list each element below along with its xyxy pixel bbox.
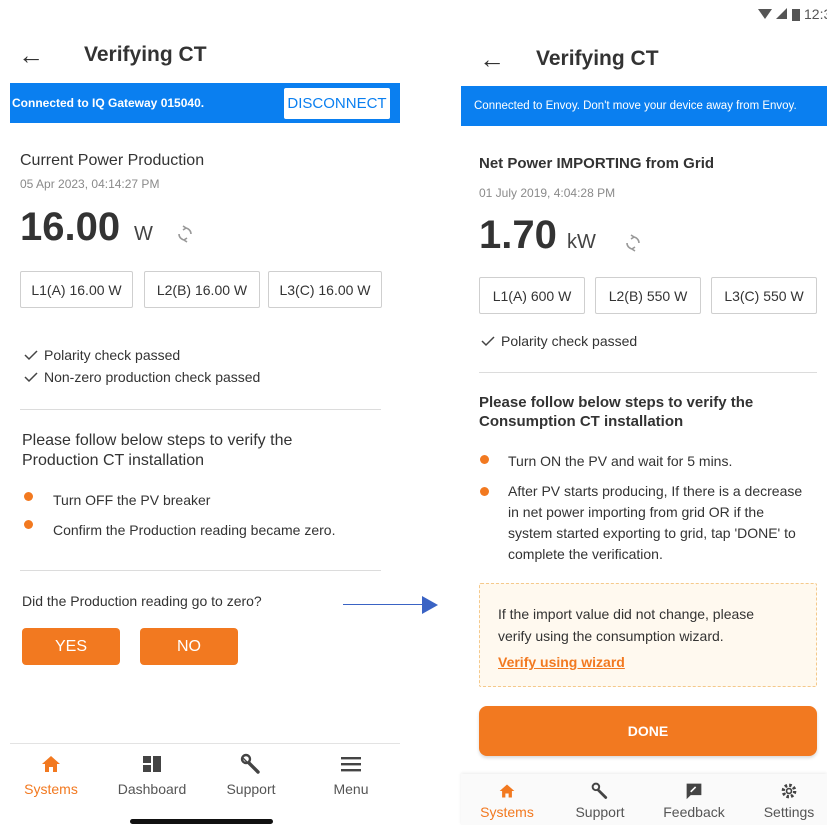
note-box: If the import value did not change, plea… [479, 583, 817, 687]
wrench-icon [240, 753, 260, 774]
nav-label: Support [226, 781, 276, 797]
step-line: After PV starts producing, If there is a… [508, 483, 803, 499]
feedback-icon [686, 783, 702, 800]
power-value: 1.70 [479, 213, 557, 257]
steps-heading-line1: Please follow below steps to verify the [22, 432, 293, 449]
check-icon [24, 372, 38, 383]
wifi-icon [758, 9, 772, 19]
phase-l1-box: L1(A) 600 W [479, 277, 585, 314]
refresh-icon[interactable] [176, 225, 194, 248]
production-heading: Current Power Production [20, 152, 205, 169]
signal-icon [776, 8, 787, 19]
done-button[interactable]: DONE [479, 706, 817, 756]
nav-label: Settings [763, 804, 815, 820]
phase-l2-box: L2(B) 550 W [595, 277, 701, 314]
note-line: verify using the consumption wizard. [498, 628, 724, 644]
nav-feedback[interactable]: Feedback [658, 782, 730, 820]
menu-icon [341, 757, 361, 772]
yes-button[interactable]: YES [22, 628, 120, 665]
home-icon [499, 784, 515, 798]
connection-banner: Connected to Envoy. Don't move your devi… [461, 86, 827, 126]
page-title: Verifying CT [84, 43, 207, 66]
bullet-icon [480, 455, 489, 464]
refresh-icon[interactable] [624, 234, 642, 257]
power-unit: kW [567, 231, 596, 253]
back-arrow-icon[interactable]: ← [479, 46, 505, 72]
home-icon [42, 756, 60, 772]
nav-systems[interactable]: Systems [473, 782, 541, 820]
nav-label: Systems [24, 781, 78, 797]
bottom-nav-divider [10, 743, 400, 744]
check-item: Polarity check passed [481, 333, 637, 349]
nav-label: Dashboard [117, 781, 187, 797]
bullet-icon [24, 492, 33, 501]
phase-l2-box: L2(B) 16.00 W [144, 271, 260, 308]
nav-label: Support [575, 804, 625, 820]
note-line: If the import value did not change, plea… [498, 606, 755, 622]
power-value: 16.00 [20, 205, 121, 249]
nav-support[interactable]: Support [214, 753, 288, 797]
check-icon [24, 350, 38, 361]
nav-support[interactable]: Support [566, 782, 634, 820]
nav-menu[interactable]: Menu [316, 753, 386, 797]
check-label: Polarity check passed [501, 333, 638, 349]
step-item: Turn ON the PV and wait for 5 mins. [508, 453, 733, 469]
step-line: system started exporting to grid, tap 'D… [508, 525, 796, 541]
step-item: Confirm the Production reading became ze… [53, 522, 336, 538]
back-arrow-icon[interactable]: ← [18, 42, 44, 68]
steps-heading-line2: Consumption CT installation [479, 413, 684, 430]
nav-label: Systems [480, 804, 534, 820]
step-line: complete the verification. [508, 546, 663, 562]
disconnect-button[interactable]: DISCONNECT [284, 88, 390, 119]
step-item: Turn OFF the PV breaker [53, 492, 211, 508]
production-timestamp: 05 Apr 2023, 04:14:27 PM [20, 177, 160, 191]
page-title: Verifying CT [536, 47, 659, 70]
phase-l3-box: L3(C) 550 W [711, 277, 817, 314]
nav-label: Feedback [663, 804, 725, 820]
phase-l3-box: L3(C) 16.00 W [268, 271, 382, 308]
check-label: Polarity check passed [44, 347, 181, 363]
import-timestamp: 01 July 2019, 4:04:28 PM [479, 186, 616, 200]
nav-dashboard[interactable]: Dashboard [110, 753, 194, 797]
left-screen: ← Verifying CT Connected to IQ Gateway 0… [0, 0, 400, 825]
no-button[interactable]: NO [140, 628, 238, 665]
question-text: Did the Production reading go to zero? [22, 593, 262, 609]
nav-label: Menu [333, 781, 369, 797]
power-unit: W [134, 223, 153, 245]
status-bar: 12:30 [758, 6, 827, 22]
verify-wizard-link[interactable]: Verify using wizard [498, 654, 625, 670]
divider [20, 570, 381, 571]
nav-systems[interactable]: Systems [14, 753, 88, 797]
check-item: Polarity check passed [24, 347, 180, 363]
check-icon [481, 336, 495, 347]
bullet-icon [24, 520, 33, 529]
home-indicator [130, 819, 273, 824]
connection-banner: Connected to IQ Gateway 015040. DISCONNE… [10, 83, 400, 123]
status-time: 12:30 [804, 6, 827, 22]
gear-icon [781, 783, 797, 799]
phase-l1-box: L1(A) 16.00 W [20, 271, 133, 308]
connector-arrow-line [343, 604, 423, 605]
connection-status-text: Connected to IQ Gateway 015040. [12, 96, 205, 110]
battery-icon [792, 8, 800, 21]
dashboard-icon [143, 756, 161, 772]
step-line: in net power importing from grid OR if t… [508, 504, 764, 520]
connector-arrow-icon [422, 596, 438, 614]
bullet-icon [480, 487, 489, 496]
wrench-icon [591, 782, 608, 799]
import-heading: Net Power IMPORTING from Grid [479, 155, 715, 172]
steps-heading-line2: Production CT installation [22, 452, 205, 469]
check-label: Non-zero production check passed [44, 369, 261, 385]
check-item: Non-zero production check passed [24, 369, 260, 385]
nav-settings[interactable]: Settings [754, 782, 824, 820]
connection-status-text: Connected to Envoy. Don't move your devi… [474, 100, 797, 112]
steps-heading-line1: Please follow below steps to verify the [479, 394, 754, 411]
divider [20, 409, 381, 410]
divider [479, 372, 817, 373]
